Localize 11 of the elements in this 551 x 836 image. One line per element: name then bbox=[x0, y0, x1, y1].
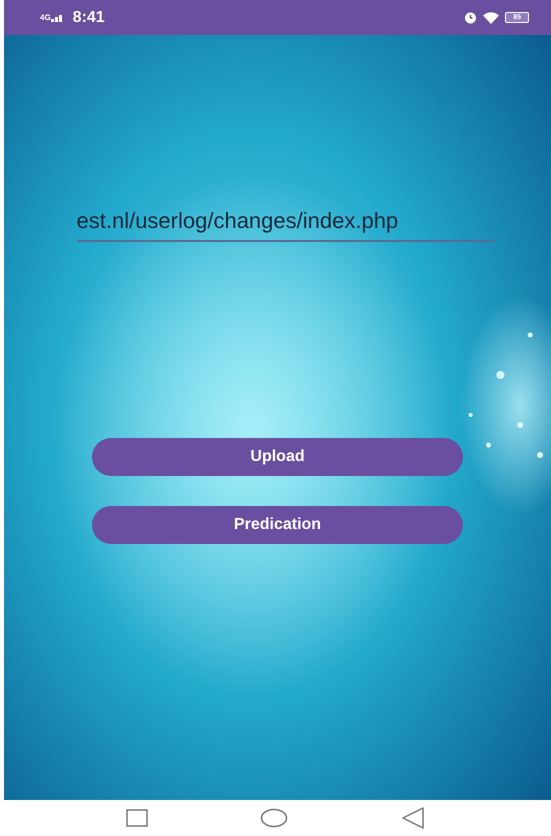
signal-icon bbox=[50, 14, 63, 22]
wifi-icon bbox=[483, 12, 500, 24]
home-icon[interactable] bbox=[260, 808, 288, 828]
clock-time: 8:41 bbox=[72, 8, 105, 26]
network-label: 4G bbox=[40, 13, 51, 22]
action-button[interactable]: Upload bbox=[92, 438, 463, 476]
recent-apps-icon[interactable] bbox=[126, 809, 148, 827]
url-field[interactable]: est.nl/userlog/changes/index.php bbox=[76, 203, 494, 242]
back-icon[interactable] bbox=[400, 807, 425, 829]
action-button[interactable]: Predication bbox=[92, 506, 463, 544]
alarm-icon bbox=[464, 11, 478, 24]
